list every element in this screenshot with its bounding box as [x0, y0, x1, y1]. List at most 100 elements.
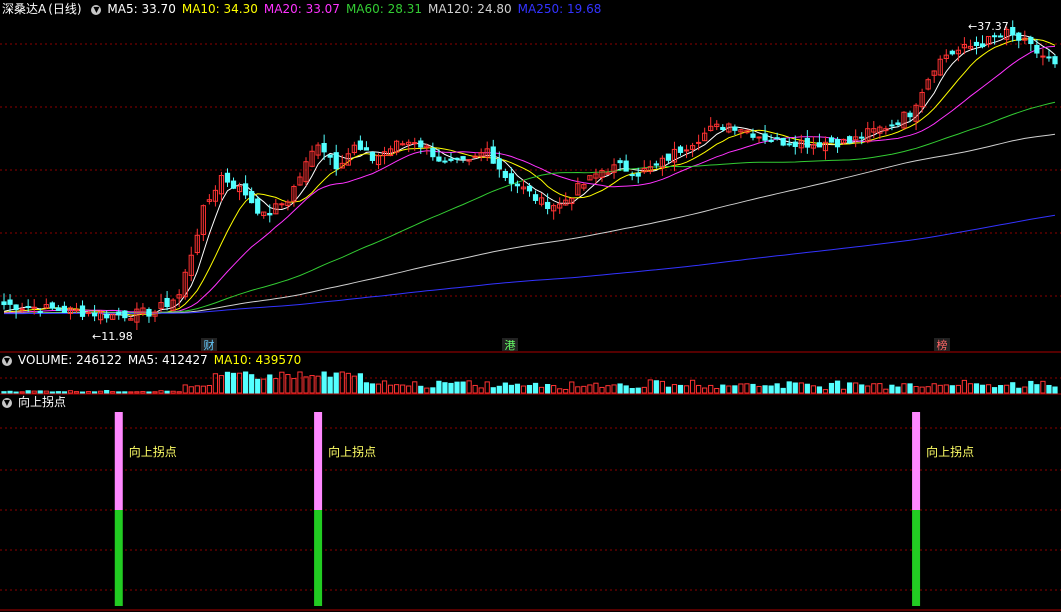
volume-bar-37	[224, 371, 231, 394]
volume-bar-165	[998, 385, 1004, 394]
volume-bar-159	[961, 379, 968, 394]
volume-bar-19	[116, 391, 122, 394]
volume-bar-148	[895, 386, 901, 394]
candle-body-121	[732, 126, 738, 131]
volume-bar-11	[67, 390, 74, 394]
signal-bar-bottom-1	[314, 510, 323, 606]
volume-bar-12	[73, 391, 80, 394]
volume-bar-94	[569, 381, 575, 394]
candle-body-165	[998, 35, 1004, 38]
candle-body-87	[526, 185, 533, 192]
volume-bar-22	[134, 391, 140, 394]
volume-bar-10	[61, 391, 68, 394]
candle-body-157	[949, 50, 955, 55]
volume-bar-142	[859, 384, 865, 394]
candle-body-102	[617, 160, 623, 164]
candle-body-74	[448, 158, 454, 161]
volume-bar-157	[949, 385, 955, 394]
volume-bar-62	[375, 383, 382, 394]
candle-body-73	[442, 160, 448, 163]
candle-body-173	[1046, 56, 1052, 59]
volume-bar-152	[919, 386, 925, 394]
volume-bar-34	[206, 384, 212, 394]
volume-collapse-icon[interactable]: ▼	[2, 355, 12, 366]
candle-body-113	[683, 149, 690, 152]
candle-body-15	[91, 312, 98, 317]
volume-bar-4	[25, 390, 31, 394]
volume-bar-63	[381, 380, 388, 394]
candle-body-137	[828, 137, 835, 143]
volume-bar-2	[13, 391, 19, 394]
volume-bar-24	[146, 391, 152, 394]
candle-body-88	[532, 194, 539, 201]
candle-body-8	[49, 302, 55, 309]
volume-label-0: VOLUME: 246122	[18, 353, 122, 367]
volume-bar-109	[659, 380, 665, 394]
volume-bar-23	[140, 391, 146, 394]
volume-bar-136	[822, 389, 829, 394]
candle-body-61	[369, 151, 376, 161]
volume-bar-84	[508, 384, 514, 394]
volume-bar-102	[617, 383, 623, 394]
candle-body-164	[991, 35, 998, 38]
stock-chart[interactable]: 向上拐点 向上拐点 向上拐点 ←37.37←11.98财港榜	[0, 0, 1061, 612]
candle-body-9	[55, 307, 61, 312]
volume-bar-17	[104, 390, 110, 394]
candle-body-84	[508, 173, 514, 184]
candle-body-147	[889, 124, 895, 127]
volume-bar-126	[762, 385, 768, 394]
volume-bar-163	[985, 384, 992, 394]
high-price-marker: ←37.37	[968, 20, 1009, 33]
volume-bar-170	[1028, 380, 1034, 394]
ma5-line	[3, 34, 1056, 318]
volume-bar-92	[557, 388, 563, 394]
volume-bar-155	[937, 384, 943, 394]
volume-bar-146	[883, 388, 889, 394]
volume-bar-20	[122, 391, 128, 394]
indicator-header: ▼ 向上拐点	[2, 394, 72, 410]
candle-body-40	[242, 183, 249, 196]
candle-body-41	[249, 191, 255, 204]
volume-bar-73	[442, 382, 448, 394]
volume-bar-42	[255, 378, 261, 394]
volume-bar-57	[345, 372, 351, 394]
volume-bar-135	[816, 386, 823, 394]
candle-body-150	[907, 112, 913, 118]
volume-bar-47	[285, 374, 291, 394]
volume-bar-145	[877, 383, 883, 394]
candle-body-10	[61, 305, 68, 313]
ma-label-0: MA5: 33.70	[107, 2, 176, 16]
volume-bar-75	[454, 381, 460, 394]
volume-bar-169	[1022, 386, 1028, 394]
candle-body-128	[774, 137, 780, 140]
volume-label-1: MA5: 412427	[127, 353, 208, 367]
volume-bar-118	[714, 388, 720, 394]
candle-body-104	[629, 174, 635, 177]
price-header: 深桑达A (日线) ▼ MA5: 33.70 MA10: 34.30 MA20: 33.…	[2, 1, 613, 17]
volume-bar-53	[321, 371, 327, 394]
candle-body-171	[1034, 44, 1040, 54]
indicator-collapse-icon[interactable]: ▼	[2, 397, 12, 408]
volume-bar-150	[907, 383, 913, 394]
ma120-line	[3, 133, 1056, 314]
volume-bar-147	[889, 384, 895, 394]
ma10-line	[3, 38, 1056, 316]
volume-bar-31	[188, 386, 194, 394]
collapse-icon[interactable]: ▼	[91, 4, 102, 15]
volume-bar-67	[406, 385, 412, 394]
volume-bar-124	[750, 383, 756, 394]
volume-bar-113	[683, 385, 690, 394]
volume-bar-143	[865, 385, 871, 394]
volume-bar-166	[1004, 384, 1010, 394]
candle-body-55	[333, 152, 339, 170]
signal-bar-top-0	[114, 412, 123, 510]
ma-label-3: MA60: 28.31	[345, 2, 422, 16]
volume-bar-132	[798, 382, 804, 394]
candle-body-135	[816, 142, 823, 148]
candle-body-76	[460, 156, 466, 160]
ma250-line	[4, 214, 1056, 315]
volume-bar-127	[768, 385, 774, 394]
candle-body-46	[279, 203, 285, 206]
candle-body-138	[834, 139, 841, 148]
volume-bar-120	[726, 385, 732, 394]
